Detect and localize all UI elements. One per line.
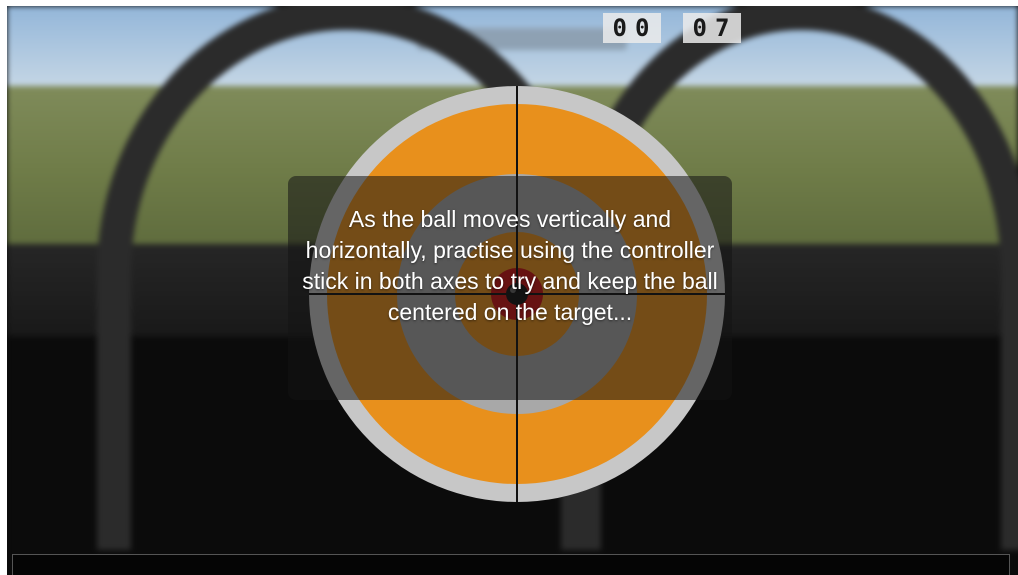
instruction-text: As the ball moves vertically and horizon… [302, 206, 718, 325]
timer-minutes: 00 [603, 13, 661, 43]
timer-seconds: 07 [683, 13, 741, 43]
bottom-panel [12, 554, 1010, 575]
